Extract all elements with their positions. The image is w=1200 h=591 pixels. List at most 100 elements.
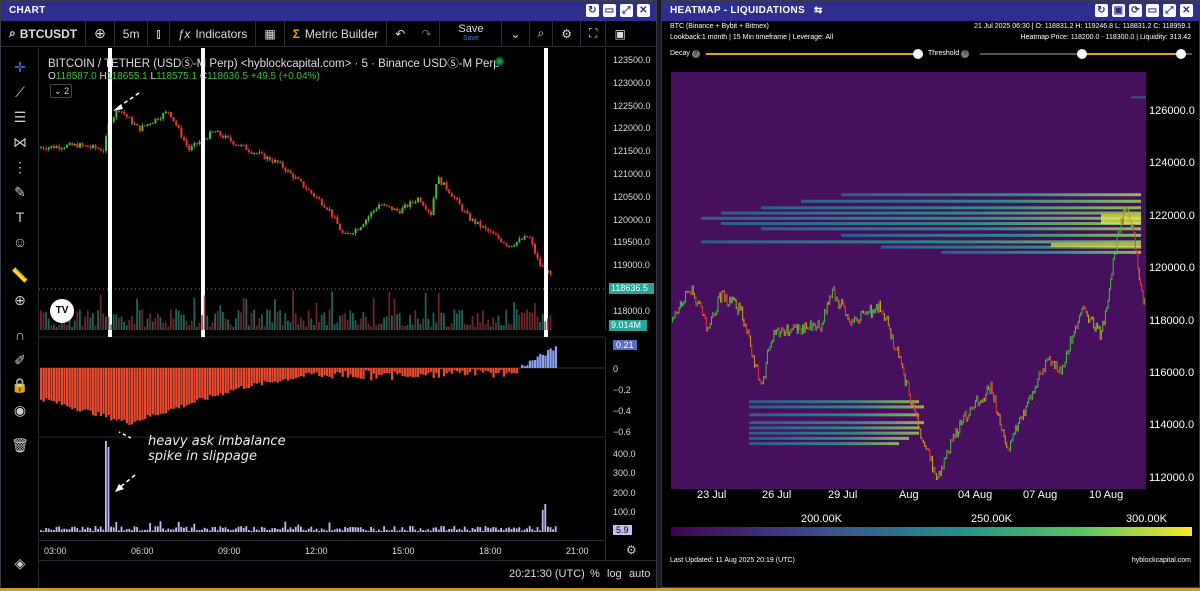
legend-collapse-button[interactable]: ⌄ 2 (50, 84, 72, 98)
threshold-handle-high[interactable] (1176, 49, 1186, 59)
imbalance-bar (237, 368, 240, 388)
candle (219, 131, 222, 136)
layers-icon[interactable]: ◈ (11, 554, 29, 572)
last-updated: Last Updated: 11 Aug 2025 20:19 (UTC) (670, 557, 795, 564)
heatmap-candle (1129, 215, 1131, 223)
lock-icon[interactable]: 🔒 (11, 376, 29, 394)
eye-icon[interactable]: ◉ (11, 401, 29, 419)
candle (118, 110, 120, 112)
heatmap-date-tick: 23 Jul (697, 489, 727, 501)
ruler-icon[interactable]: 📏 (11, 266, 29, 284)
liquidation-heatmap[interactable] (671, 72, 1146, 489)
redo-button[interactable]: ↷ (413, 21, 441, 46)
interval-button[interactable]: 5m (115, 21, 149, 46)
heatmap-candle (778, 327, 780, 338)
close-icon[interactable]: ✕ (637, 4, 650, 17)
price-tick: 120000.0 (613, 214, 651, 225)
volume-bar (388, 292, 391, 330)
gear-icon[interactable]: ⚙ (626, 543, 637, 557)
volume-bar (123, 321, 125, 330)
indicators-button[interactable]: ƒx Indicators (170, 21, 257, 46)
heatmap-price-tick: 124000.0 (1149, 157, 1195, 170)
heatmap-candle (1108, 288, 1110, 302)
decay-slider[interactable] (706, 49, 923, 59)
liquidity-band (749, 400, 919, 404)
imbalance-bar (266, 368, 269, 382)
threshold-slider[interactable] (980, 49, 1192, 59)
brush-icon[interactable]: ✎ (11, 183, 29, 201)
heatmap-candle (1123, 207, 1125, 225)
slippage-bar (73, 526, 76, 532)
save-dropdown[interactable]: ⌄ (502, 21, 530, 46)
fib-icon[interactable]: ☰ (11, 108, 29, 126)
metric-builder-button[interactable]: Σ Metric Builder (285, 21, 388, 46)
heatmap-candle (825, 309, 827, 315)
settings-button[interactable]: ⚙ (553, 21, 582, 46)
undo-button[interactable]: ↶ (387, 21, 413, 46)
candle (268, 156, 271, 161)
decay-slider-handle[interactable] (913, 49, 923, 59)
last-price-label: 118636.5 (609, 283, 654, 294)
close-icon[interactable]: ✕ (1180, 4, 1193, 17)
save-button[interactable]: Save Save (440, 21, 503, 46)
slippage-bar (180, 526, 183, 532)
heatmap-candle (857, 319, 859, 324)
slippage-axis[interactable]: 400.0 300.0 200.0 100.0 5.9 (605, 438, 656, 540)
imbalance-bar (445, 368, 448, 374)
imbalance-axis[interactable]: 0.21 0 −0.2 −0.4 −0.6 (605, 337, 656, 437)
volume-bar (414, 310, 417, 330)
expand-icon[interactable]: ⤢ (620, 4, 633, 17)
trendline-icon[interactable]: ⟋ (11, 83, 29, 101)
auto-toggle[interactable]: auto (629, 568, 650, 580)
volume-bar (294, 313, 297, 330)
slippage-bar (305, 530, 307, 532)
percent-toggle[interactable]: % (590, 568, 600, 580)
projection-icon[interactable]: ⋮ (11, 158, 29, 176)
snapshot-button[interactable]: ▣ (606, 21, 633, 46)
quick-search-button[interactable]: ⌕ (530, 21, 554, 46)
symbol-search[interactable]: ⌕ BTCUSDT (1, 21, 87, 46)
heatmap-candle (839, 304, 841, 309)
imbalance-bar (214, 368, 217, 397)
trash-icon[interactable]: 🗑 (11, 436, 29, 454)
candle (523, 236, 526, 240)
magnet-icon[interactable]: ∩ (11, 326, 29, 344)
text-icon[interactable]: T (11, 208, 29, 226)
zoom-in-icon[interactable]: ⊕ (11, 291, 29, 309)
utc-clock[interactable]: 20:21:30 (UTC) (509, 568, 585, 580)
refresh-icon[interactable]: ↻ (1095, 4, 1108, 17)
volume-bar (344, 313, 346, 330)
highlight-marker (108, 48, 112, 337)
volume-bar (500, 324, 502, 330)
time-axis[interactable]: 03:00 06:00 09:00 12:00 15:00 18:00 21:00 (39, 540, 605, 560)
pattern-icon[interactable]: ⋈ (11, 133, 29, 151)
sliders-icon[interactable]: ⇆ (814, 5, 823, 16)
heatmap-candle (1029, 394, 1031, 400)
crosshair-icon[interactable]: ✛ (11, 58, 29, 76)
heatmap-candle (1028, 397, 1030, 404)
expand-icon[interactable]: ⤢ (1163, 4, 1176, 17)
heatmap-candle (1065, 350, 1067, 364)
camera-icon[interactable]: ▣ (1112, 4, 1125, 17)
fullscreen-icon: ⛶ (589, 26, 598, 40)
chart-type-button[interactable]: ⫾ (148, 21, 170, 46)
layouts-button[interactable]: ▦ (256, 21, 285, 46)
window-icon[interactable]: ▭ (1146, 4, 1159, 17)
log-toggle[interactable]: log (607, 568, 622, 580)
emoji-icon[interactable]: ☺ (11, 233, 29, 251)
threshold-handle-low[interactable] (1077, 49, 1087, 59)
heatmap-candle (1097, 322, 1099, 329)
compare-button[interactable]: ⊕ (86, 21, 115, 46)
volume-bar (222, 312, 224, 330)
heatmap-candle (1002, 429, 1004, 432)
window-icon[interactable]: ▭ (603, 4, 616, 17)
refresh-icon[interactable]: ⟳ (1129, 4, 1142, 17)
volume-bar (99, 294, 102, 330)
volume-bar (224, 318, 227, 330)
heatmap-candle (785, 331, 787, 337)
price-chart[interactable] (39, 48, 656, 560)
refresh-icon[interactable]: ↻ (586, 4, 599, 17)
fullscreen-button[interactable]: ⛶ (581, 21, 607, 46)
slippage-tick: 200.0 (613, 488, 636, 498)
lock-drawing-icon[interactable]: ✐ (11, 351, 29, 369)
